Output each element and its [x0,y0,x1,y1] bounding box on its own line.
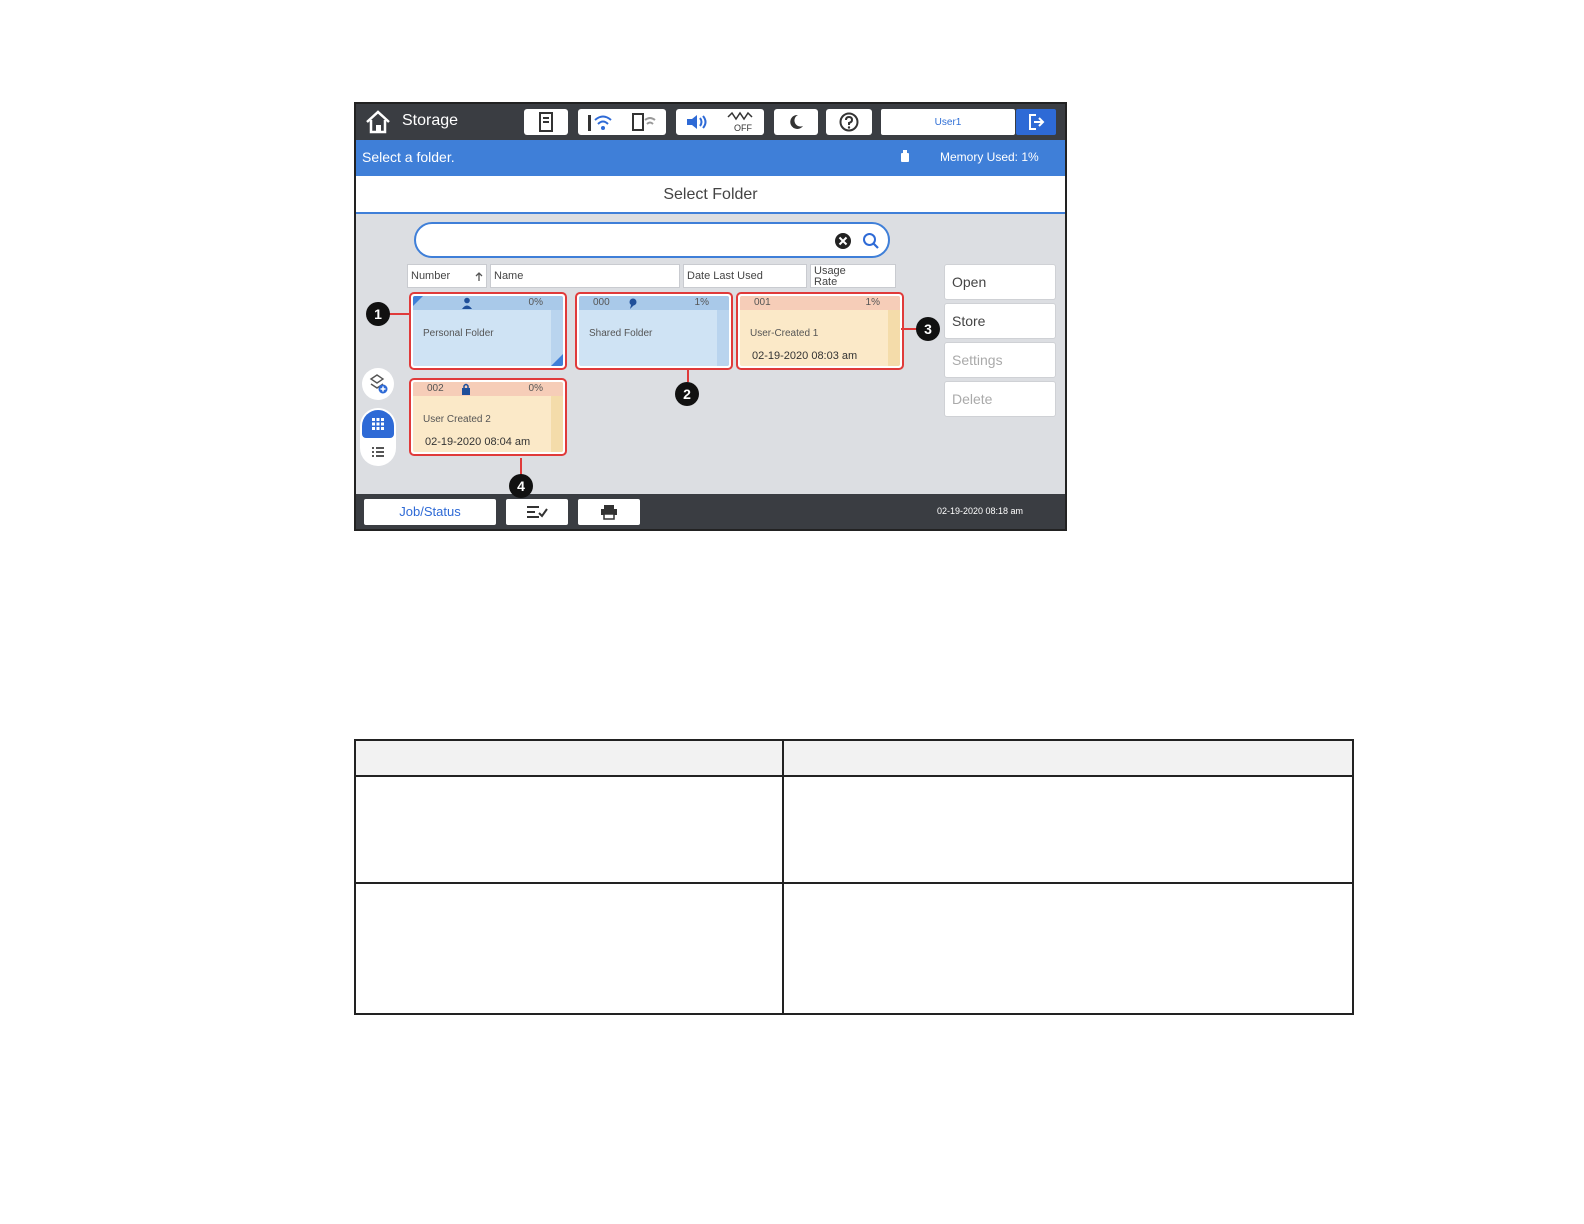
shared-icon [629,298,637,309]
lock-icon [462,383,470,395]
add-folder-button[interactable] [362,368,394,400]
table-cell [782,882,1354,1015]
status-message: Select a folder. [362,149,455,165]
printer-button[interactable] [578,499,640,525]
folder-number: 001 [754,297,771,308]
user-name[interactable]: User1 [881,109,1015,135]
memory-icon [901,150,909,162]
folder-name: User Created 2 [423,414,491,425]
table-row [354,882,1354,1015]
grid-view-button[interactable] [362,410,394,438]
folder-number: 000 [593,297,610,308]
screen-title: Storage [402,112,459,129]
wifi-icon [588,115,612,131]
person-icon [462,297,472,309]
column-number[interactable]: Number [407,264,487,288]
sleep-button[interactable] [774,109,818,135]
memory-used: Memory Used: 1% [940,150,1039,164]
usage-rate: 1% [865,297,880,308]
logout-icon [1029,114,1045,130]
bottom-bar: Job/Status 02-19-2020 08:18 am [356,494,1065,529]
sd-card-button[interactable] [524,109,568,135]
callout-2: 2 [675,382,699,406]
search-icon[interactable] [862,232,880,250]
table-cell [782,775,1354,884]
callout-line-2 [687,368,689,382]
delete-button[interactable]: Delete [944,381,1056,417]
table-cell [354,775,784,884]
usage-rate: 0% [528,383,543,394]
clear-icon[interactable] [834,232,852,250]
help-button[interactable] [826,109,872,135]
svg-text:OFF: OFF [734,123,752,133]
table-header-cell [782,739,1354,777]
top-bar: Storage OFF User1 [356,104,1065,140]
table-cell [354,882,784,1015]
home-icon[interactable] [364,109,392,135]
list-view-icon [372,447,384,457]
column-date-last-used[interactable]: Date Last Used [683,264,807,288]
table-header-row [354,739,1354,777]
folder-date: 02-19-2020 08:04 am [425,436,531,448]
job-confirm-button[interactable] [506,499,568,525]
store-button[interactable]: Store [944,303,1056,339]
search-box[interactable] [414,222,890,258]
folder-name: Shared Folder [589,328,653,339]
folder-number: 002 [427,383,444,394]
page-title: Select Folder [356,176,1065,214]
volume-icon [687,115,707,129]
sort-ascending-icon [475,272,483,281]
printer-icon [601,505,617,520]
column-name[interactable]: Name [490,264,680,288]
view-toggle [360,408,396,466]
eco-off-icon: OFF [727,111,753,133]
volume-eco-button[interactable]: OFF [676,109,764,135]
callout-1: 1 [366,302,390,326]
folder-tile-user-created-1[interactable]: 001 1% User-Created 1 02-19-2020 08:03 a… [736,292,904,370]
wifi-direct-icon [632,113,656,131]
column-usage-rate[interactable]: Usage Rate [810,264,896,288]
usage-rate: 1% [694,297,709,308]
help-icon [839,112,859,132]
status-bar: Select a folder. Memory Used: 1% [356,140,1065,176]
callout-legend-table [354,739,1354,1015]
folder-tile-user-created-2[interactable]: 002 0% User Created 2 02-19-2020 08:04 a… [409,378,567,456]
list-view-button[interactable] [362,440,394,464]
callout-line-1 [388,313,410,315]
open-button[interactable]: Open [944,264,1056,300]
job-status-button[interactable]: Job/Status [364,499,496,525]
callout-4: 4 [509,474,533,498]
folder-tile-shared[interactable]: 000 1% Shared Folder [575,292,733,370]
add-folder-icon [369,374,388,394]
folder-tile-personal[interactable]: 0% Personal Folder [409,292,567,370]
folder-name: User-Created 1 [750,328,819,339]
folder-name: Personal Folder [423,328,494,339]
usage-rate: 0% [528,297,543,308]
callout-3: 3 [916,317,940,341]
table-row [354,775,1354,884]
job-list-icon [527,506,548,518]
grid-view-icon [372,418,384,430]
sd-card-icon [539,112,553,132]
clock: 02-19-2020 08:18 am [936,506,1023,516]
printer-screen: Storage OFF User1 Select a folder. Memor… [354,102,1067,531]
table-header-cell [354,739,784,777]
folder-date: 02-19-2020 08:03 am [752,350,858,362]
logout-button[interactable] [1016,109,1056,135]
settings-button[interactable]: Settings [944,342,1056,378]
sleep-icon [790,114,803,129]
network-status-button[interactable] [578,109,666,135]
